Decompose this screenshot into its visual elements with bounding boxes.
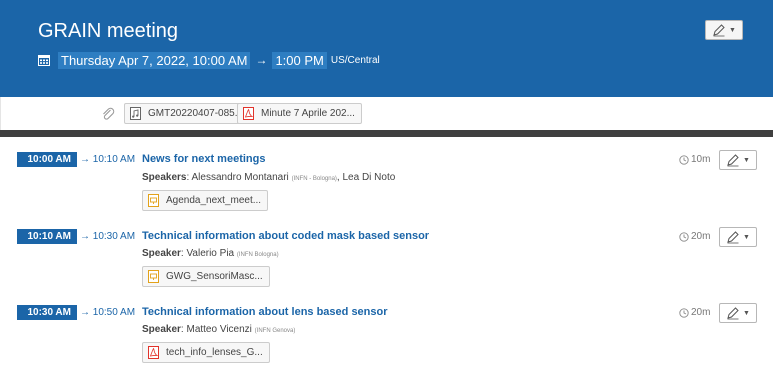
chevron-down-icon: ▼ [743,309,750,317]
audio-file-icon [130,107,141,120]
speaker-line: Speaker: Valerio Pia (INFN Bologna) [142,248,279,259]
presentation-file-icon [148,194,159,207]
event-header: GRAIN meeting Thursday Apr 7, 2022, 10:0… [0,0,773,97]
file-name: GWG_SensoriMasc... [166,271,263,282]
separator-band [0,130,773,137]
speaker-name: Valerio Pia [186,248,235,259]
attachment-name: Minute 7 Aprile 202... [261,108,355,119]
contribution-title[interactable]: Technical information about coded mask b… [142,230,429,242]
pencil-icon [713,24,725,37]
contribution-title[interactable]: News for next meetings [142,153,265,165]
clock-icon [679,231,689,242]
duration-value: 20m [691,231,711,242]
start-time-badge: 10:10 AM [17,229,77,244]
chevron-down-icon: ▼ [743,233,750,241]
pencil-icon [727,154,739,167]
speaker-name: Matteo Vicenzi [186,324,252,335]
event-title: GRAIN meeting [38,20,179,42]
speaker-name: Lea Di Noto [342,172,396,183]
attachment-name: GMT20220407-085... [148,108,244,119]
calendar-icon [38,55,50,66]
pdf-file-icon [243,107,254,120]
speaker-affiliation: (INFN - Bologna) [291,176,337,182]
speaker-line: Speakers: Alessandro Montanari (INFN - B… [142,172,396,183]
attachment-file-0[interactable]: GMT20220407-085... [124,103,251,124]
duration-value: 10m [691,154,711,165]
clock-icon [679,154,689,165]
start-time-badge: 10:30 AM [17,305,77,320]
duration-label: 20m [679,231,710,242]
contribution-file[interactable]: GWG_SensoriMasc... [142,266,270,287]
event-end-time: 1:00 PM [272,51,327,69]
contribution-title[interactable]: Technical information about lens based s… [142,306,388,318]
speaker-name: Alessandro Montanari [191,172,289,183]
speaker-affiliation: (INFN Bologna) [236,252,279,258]
duration-value: 20m [691,307,711,318]
event-start-date: Thursday Apr 7, 2022, 10:00 AM [58,51,251,69]
file-name: tech_info_lenses_G... [166,347,263,358]
end-time: → 10:50 AM [80,307,136,318]
contribution-file[interactable]: tech_info_lenses_G... [142,342,270,363]
contribution-edit-button[interactable]: ▼ [719,150,757,170]
clock-icon [679,307,689,318]
end-time: → 10:30 AM [80,231,136,242]
duration-label: 10m [679,154,710,165]
file-name: Agenda_next_meet... [166,195,262,206]
presentation-file-icon [148,270,159,283]
event-dateline: Thursday Apr 7, 2022, 10:00 AM → 1:00 PM… [38,51,380,69]
attachment-file-1[interactable]: Minute 7 Aprile 202... [237,103,362,124]
event-edit-button[interactable]: ▼ [705,20,743,40]
date-arrow: → [255,53,268,67]
pencil-icon [727,231,739,244]
end-time: → 10:10 AM [80,154,136,165]
duration-label: 20m [679,307,710,318]
speaker-label: Speakers [142,172,187,183]
attachments-bar [0,97,773,130]
pdf-file-icon [148,346,159,359]
contribution-edit-button[interactable]: ▼ [719,227,757,247]
chevron-down-icon: ▼ [729,26,736,34]
pencil-icon [727,307,739,320]
speaker-label: Speaker [142,324,181,335]
speaker-label: Speaker [142,248,181,259]
contribution-file[interactable]: Agenda_next_meet... [142,190,269,211]
speaker-affiliation: (INFN Genova) [254,328,296,334]
chevron-down-icon: ▼ [743,156,750,164]
speaker-line: Speaker: Matteo Vicenzi (INFN Genova) [142,324,296,335]
paperclip-icon [103,107,115,120]
event-timezone: US/Central [330,54,380,66]
start-time-badge: 10:00 AM [17,152,77,167]
contribution-edit-button[interactable]: ▼ [719,303,757,323]
